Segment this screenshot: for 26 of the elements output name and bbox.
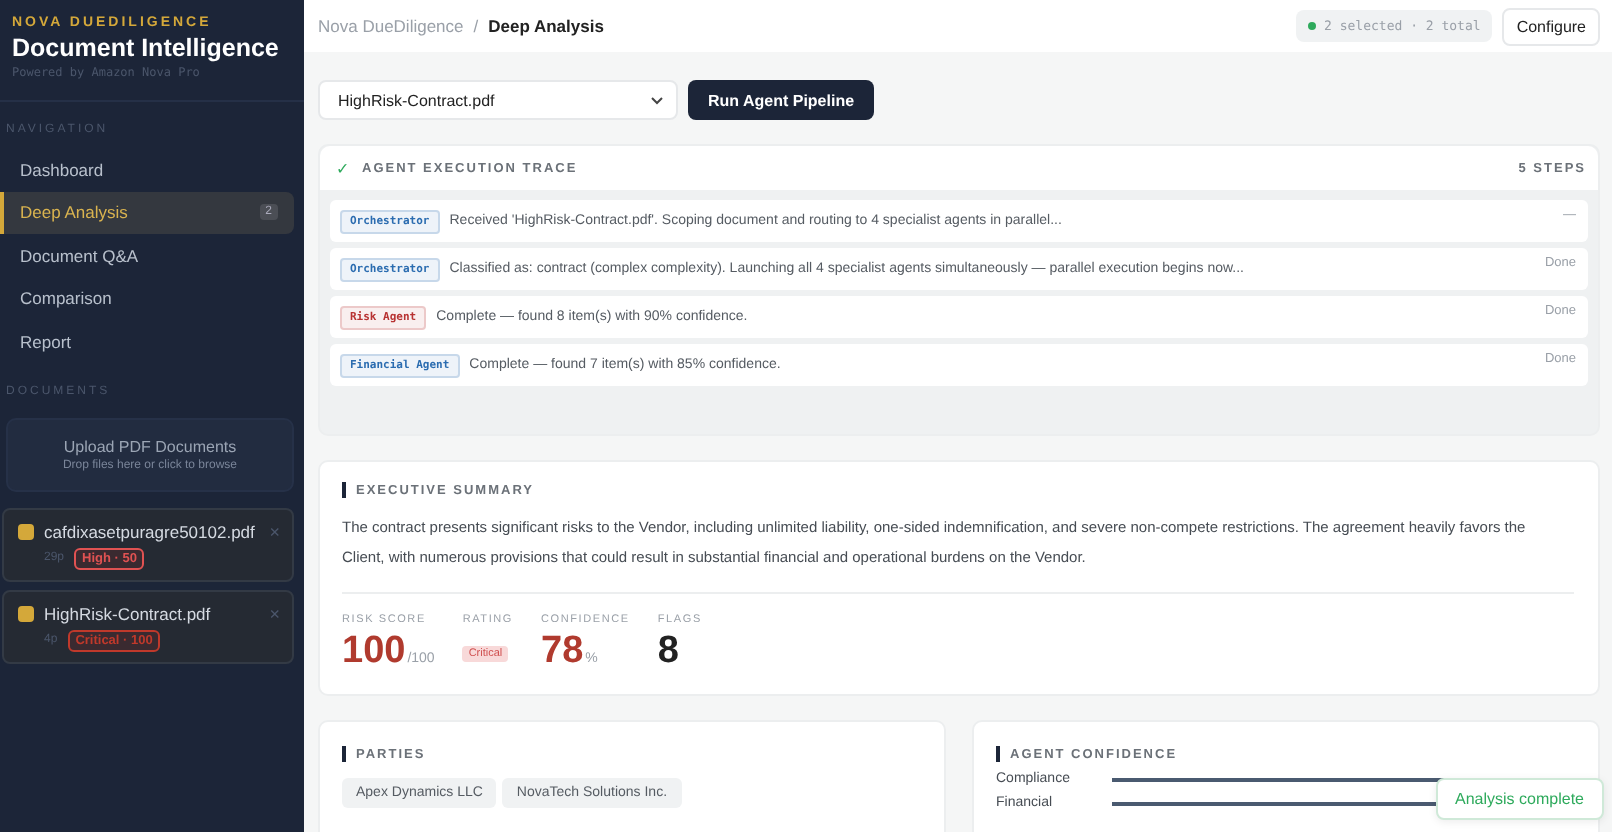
flags-count: 8 (657, 630, 679, 672)
confidence-value: 78 (541, 630, 584, 672)
upload-title: Upload PDF Documents (61, 437, 239, 455)
checkbox[interactable] (18, 605, 34, 621)
breadcrumb-current: Deep Analysis (488, 16, 606, 36)
toast-notification: Analysis complete (1435, 778, 1604, 820)
nav-item[interactable]: Dashboard (0, 148, 294, 191)
chevron-down-icon (650, 95, 664, 105)
nav-label: Deep Analysis (20, 202, 128, 223)
configure-button[interactable]: Configure (1502, 7, 1600, 45)
document-name: HighRisk-Contract.pdf (44, 603, 213, 623)
nav-label: Report (20, 331, 72, 352)
nav-item[interactable]: Report (0, 320, 294, 363)
check-icon: ✓ (336, 159, 350, 177)
nav-label: Document Q&A (20, 245, 139, 266)
nav-item[interactable]: Document Q&A (0, 234, 294, 277)
document-name: cafdixasetpuragre50102.pdf (44, 521, 257, 541)
nav-label: Dashboard (20, 159, 104, 180)
nav-label: Comparison (20, 288, 112, 309)
app-title: Document Intelligence (10, 32, 281, 62)
run-pipeline-button[interactable]: Run Agent Pipeline (688, 80, 875, 120)
document-select[interactable]: HighRisk-Contract.pdf (318, 80, 678, 120)
checkbox[interactable] (18, 523, 34, 539)
breadcrumb-separator: / (473, 16, 479, 36)
nav-item[interactable]: Comparison (0, 277, 294, 320)
risk-score: 100 (342, 630, 406, 672)
